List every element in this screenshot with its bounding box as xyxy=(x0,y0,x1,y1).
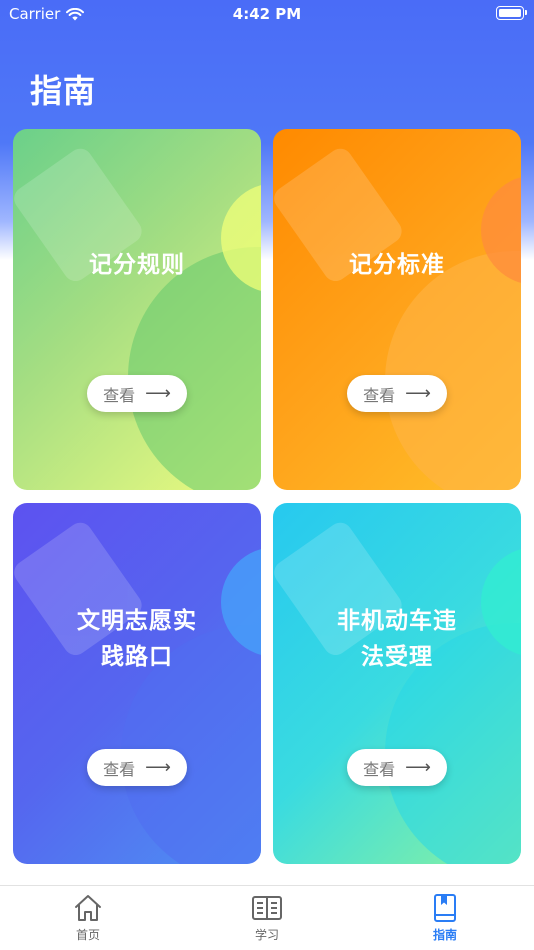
card-title-line: 践路口 xyxy=(101,644,173,670)
tab-label: 学习 xyxy=(254,928,279,942)
guide-card-non-motor-violation[interactable]: 非机动车违 法受理 查看 ⟶ xyxy=(273,503,521,864)
view-button-label: 查看 xyxy=(363,759,396,779)
view-button[interactable]: 查看 ⟶ xyxy=(347,375,447,412)
guide-card-scoring-standards[interactable]: 记分标准 查看 ⟶ xyxy=(273,129,521,490)
guide-card-scoring-rules[interactable]: 记分规则 查看 ⟶ xyxy=(13,129,261,490)
tab-label: 首页 xyxy=(75,928,100,942)
arrow-right-icon: ⟶ xyxy=(405,383,431,404)
view-button-label: 查看 xyxy=(103,385,136,405)
guide-card-civilized-volunteer[interactable]: 文明志愿实 践路口 查看 ⟶ xyxy=(13,503,261,864)
card-title: 非机动车违 法受理 xyxy=(273,603,521,675)
card-title-line: 记分标准 xyxy=(349,252,445,278)
view-button[interactable]: 查看 ⟶ xyxy=(87,749,187,786)
home-icon xyxy=(75,895,101,921)
tab-label: 指南 xyxy=(432,928,457,942)
card-title-line: 法受理 xyxy=(361,644,433,670)
view-button[interactable]: 查看 ⟶ xyxy=(347,749,447,786)
view-button[interactable]: 查看 ⟶ xyxy=(87,375,187,412)
status-time: 4:42 PM xyxy=(232,5,302,23)
page-title: 指南 xyxy=(30,72,97,110)
tab-study[interactable]: 学习 xyxy=(217,894,317,943)
card-title-line: 文明志愿实 xyxy=(77,608,197,634)
tab-bar: 首页 学习 指南 xyxy=(0,885,534,950)
arrow-right-icon: ⟶ xyxy=(145,383,171,404)
card-title: 记分规则 xyxy=(13,247,261,283)
tab-guide[interactable]: 指南 xyxy=(395,894,495,943)
card-title-line: 记分规则 xyxy=(89,252,185,278)
card-title-line: 非机动车违 xyxy=(337,608,457,634)
arrow-right-icon: ⟶ xyxy=(405,757,431,778)
tab-home[interactable]: 首页 xyxy=(38,894,138,943)
card-title: 记分标准 xyxy=(273,247,521,283)
card-title: 文明志愿实 践路口 xyxy=(13,603,261,675)
book-icon xyxy=(252,896,282,920)
arrow-right-icon: ⟶ xyxy=(145,757,171,778)
status-bar: Carrier 4:42 PM xyxy=(0,0,534,28)
guide-icon xyxy=(434,894,456,922)
view-button-label: 查看 xyxy=(103,759,136,779)
battery-icon xyxy=(496,6,527,20)
view-button-label: 查看 xyxy=(363,385,396,405)
